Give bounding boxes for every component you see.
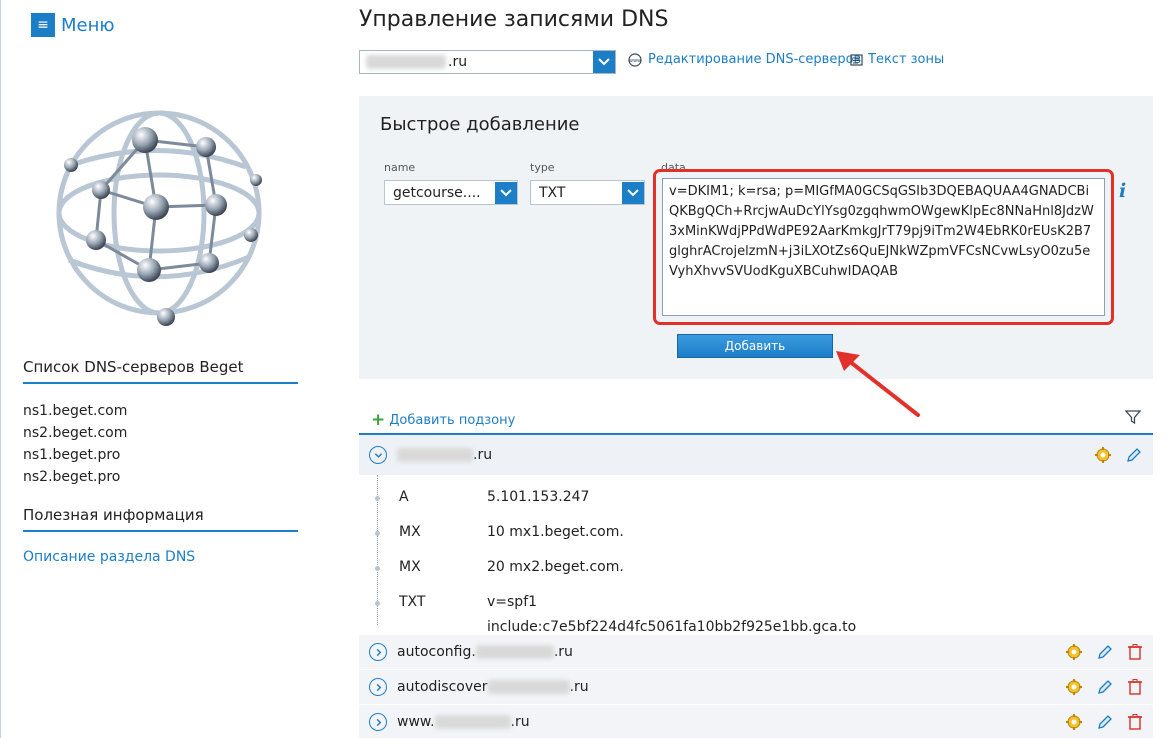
- zone-row-main[interactable]: .ru: [359, 435, 1153, 475]
- chevron-right-icon[interactable]: [369, 713, 387, 731]
- dns-servers-list: ns1.beget.com ns2.beget.com ns1.beget.pr…: [23, 400, 127, 488]
- dns-servers-heading: Список DNS-серверов Beget: [23, 358, 298, 384]
- blurred-domain: [475, 645, 554, 659]
- zone-text-link[interactable]: Текст зоны: [850, 52, 944, 67]
- list-item: ns1.beget.com: [23, 403, 128, 419]
- zone-row-www[interactable]: www. .ru: [359, 705, 1153, 738]
- data-textarea[interactable]: v=DKIM1; k=rsa; p=MIGfMA0GCSqGSIb3DQEBAQ…: [662, 178, 1105, 316]
- data-highlight-frame: v=DKIM1; k=rsa; p=MIGfMA0GCSqGSIb3DQEBAQ…: [653, 169, 1114, 325]
- menu-button[interactable]: ≡ Меню: [31, 12, 115, 38]
- zone-row-autoconfig[interactable]: autoconfig. .ru: [359, 635, 1153, 670]
- blurred-domain: [434, 715, 511, 729]
- domain-select[interactable]: .ru: [359, 50, 616, 74]
- hamburger-icon: ≡: [31, 13, 55, 37]
- chevron-down-icon[interactable]: [495, 181, 517, 204]
- info-icon[interactable]: i: [1119, 180, 1126, 202]
- settings-gear-icon[interactable]: [1065, 643, 1083, 661]
- zone-suffix: .ru: [473, 447, 493, 463]
- name-label: name: [384, 161, 416, 174]
- chevron-right-icon[interactable]: [369, 643, 387, 661]
- settings-gear-icon[interactable]: [1094, 446, 1112, 464]
- edit-pencil-icon[interactable]: [1125, 446, 1143, 464]
- settings-gear-icon[interactable]: [1065, 678, 1083, 696]
- svg-text:www: www: [629, 58, 641, 64]
- dns-globe-logo: [56, 110, 262, 326]
- domain-suffix: .ru: [448, 54, 468, 70]
- blurred-domain: [366, 55, 446, 69]
- sidebar: ≡ Меню Список DNS-серверов Beget ns1.beg…: [0, 0, 318, 738]
- name-select[interactable]: getcourse....: [384, 180, 518, 205]
- add-subzone-link[interactable]: + Добавить подзону: [371, 410, 515, 430]
- filter-icon[interactable]: [1125, 409, 1141, 425]
- type-label: type: [530, 161, 555, 174]
- delete-trash-icon[interactable]: [1127, 678, 1143, 696]
- zone-row-autodiscover[interactable]: autodiscover .ru: [359, 670, 1153, 705]
- plus-icon: +: [371, 410, 386, 430]
- add-record-button[interactable]: Добавить: [677, 334, 833, 358]
- records-list: .ru A 5.101.153.247 MX 10 mx1.beget.com.…: [359, 433, 1153, 738]
- www-icon: www: [628, 52, 642, 67]
- settings-gear-icon[interactable]: [1065, 713, 1083, 731]
- blurred-domain: [487, 680, 570, 694]
- blurred-domain: [397, 448, 473, 462]
- dns-records: A 5.101.153.247 MX 10 mx1.beget.com. MX …: [359, 475, 1153, 660]
- chevron-down-icon[interactable]: [622, 181, 644, 204]
- quick-add-title: Быстрое добавление: [380, 114, 580, 135]
- chevron-right-icon[interactable]: [369, 678, 387, 696]
- edit-pencil-icon[interactable]: [1096, 678, 1114, 696]
- menu-label: Меню: [61, 14, 115, 36]
- delete-trash-icon[interactable]: [1127, 713, 1143, 731]
- type-select[interactable]: TXT: [530, 180, 645, 205]
- list-item: ns2.beget.com: [23, 425, 128, 441]
- page-title: Управление записями DNS: [359, 7, 669, 32]
- useful-info-heading: Полезная информация: [23, 506, 298, 532]
- edit-pencil-icon[interactable]: [1096, 713, 1114, 731]
- list-item: ns1.beget.pro: [23, 447, 121, 463]
- dns-description-link[interactable]: Описание раздела DNS: [23, 549, 195, 565]
- quick-add-panel: Быстрое добавление name getcourse.... ty…: [359, 96, 1153, 379]
- delete-trash-icon[interactable]: [1127, 643, 1143, 661]
- red-arrow-annotation: [836, 351, 920, 417]
- chevron-down-icon[interactable]: [369, 446, 387, 464]
- edit-pencil-icon[interactable]: [1096, 643, 1114, 661]
- document-icon: [850, 53, 863, 66]
- edit-dns-servers-link[interactable]: www Редактирование DNS-серверов: [627, 52, 861, 67]
- list-item: ns2.beget.pro: [23, 469, 121, 485]
- chevron-down-icon[interactable]: [593, 51, 615, 73]
